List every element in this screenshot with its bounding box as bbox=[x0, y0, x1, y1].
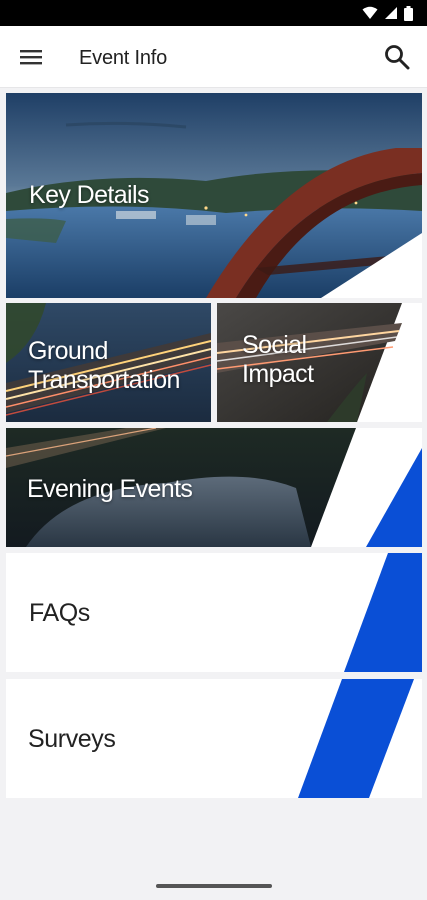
menu-button[interactable] bbox=[18, 45, 44, 69]
page-title: Event Info bbox=[79, 47, 168, 69]
tile-label-ground-line1: Ground bbox=[28, 337, 108, 365]
wifi-icon bbox=[362, 6, 378, 19]
home-indicator[interactable] bbox=[156, 884, 272, 888]
app-bar: Event Info bbox=[0, 26, 427, 88]
tile-label-key-details: Key Details bbox=[29, 181, 149, 209]
tile-label-evening-events: Evening Events bbox=[27, 475, 193, 503]
tile-evening-events[interactable]: Evening Events bbox=[6, 428, 422, 547]
tile-label-social-line1: Social bbox=[242, 331, 307, 359]
tile-ground-transportation[interactable]: Ground Transportation bbox=[6, 303, 211, 422]
tile-key-details[interactable]: Key Details bbox=[6, 93, 422, 298]
battery-icon bbox=[404, 5, 413, 21]
tile-label-ground-line2: Transportation bbox=[28, 366, 180, 394]
hamburger-menu-icon bbox=[20, 50, 42, 65]
search-icon bbox=[385, 45, 410, 70]
tile-label-social-line2: Impact bbox=[242, 360, 314, 388]
tile-social-impact[interactable]: Social Impact bbox=[217, 303, 422, 422]
status-bar bbox=[0, 0, 427, 26]
tile-faqs[interactable]: FAQs bbox=[6, 553, 422, 672]
tile-label-faqs: FAQs bbox=[29, 599, 90, 627]
tile-surveys[interactable]: Surveys bbox=[6, 679, 422, 798]
tile-label-surveys: Surveys bbox=[28, 725, 116, 753]
search-button[interactable] bbox=[383, 43, 411, 71]
signal-icon bbox=[385, 7, 397, 19]
